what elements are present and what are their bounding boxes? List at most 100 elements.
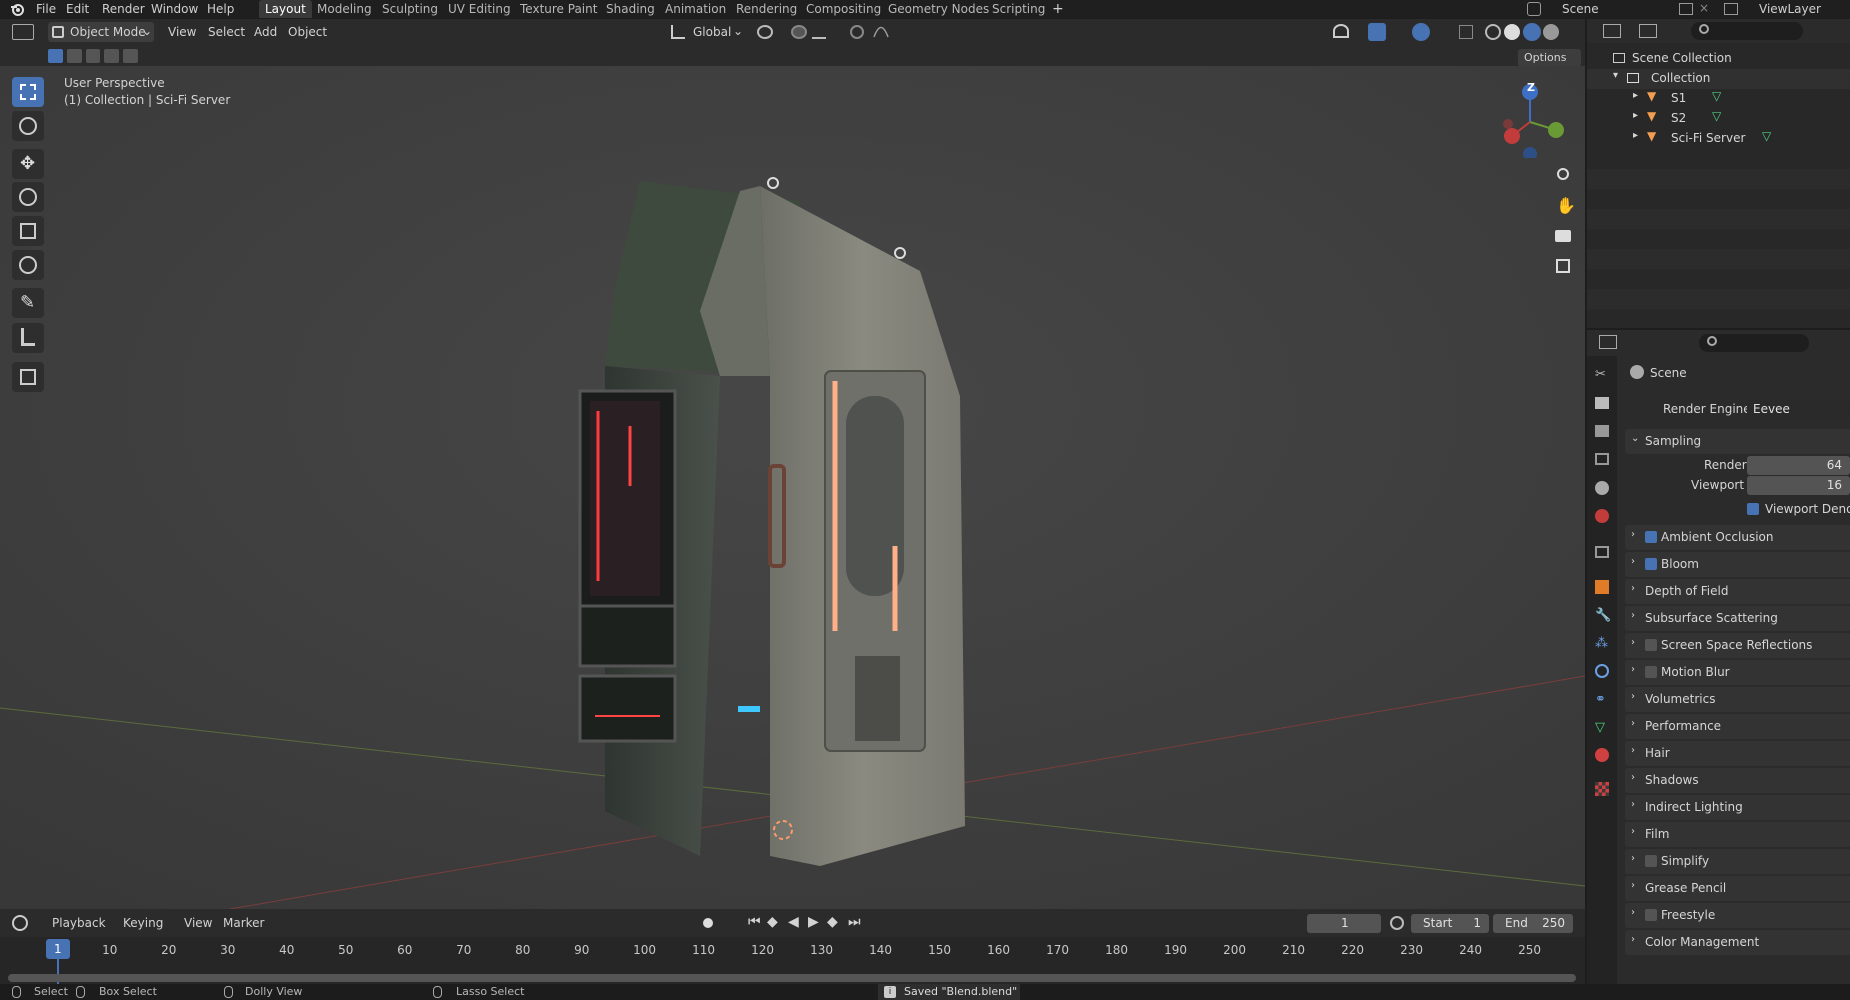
annotate-tool[interactable]: ✎ (12, 288, 44, 318)
menu-file[interactable]: File (36, 0, 56, 18)
panel-depth-of-field[interactable]: › Depth of Field (1625, 579, 1850, 604)
panel-subsurface-scattering[interactable]: › Subsurface Scattering (1625, 606, 1850, 631)
panel-performance[interactable]: › Performance (1625, 714, 1850, 739)
panel-ambient-occlusion[interactable]: › Ambient Occlusion (1625, 525, 1850, 550)
3d-viewport[interactable]: User Perspective (1) Collection | Sci-Fi… (0, 66, 1585, 909)
menu-keying[interactable]: Keying (123, 916, 163, 930)
rotate-tool[interactable] (12, 182, 44, 212)
mesh-data-icon[interactable]: ▽ (1712, 109, 1721, 123)
tab-scripting[interactable]: Scripting (992, 0, 1045, 18)
measure-tool[interactable] (12, 323, 44, 353)
viewport-denoise-checkbox[interactable] (1747, 503, 1759, 515)
pan-view-button[interactable]: ✋ (1550, 193, 1576, 219)
prev-keyframe-icon[interactable]: ◆ (767, 914, 778, 930)
jump-end-icon[interactable]: ⏭ (848, 914, 861, 930)
current-frame-field[interactable]: 1 (1307, 914, 1381, 933)
xray-icon[interactable] (1459, 25, 1473, 39)
snap-target-icon[interactable] (812, 25, 826, 39)
outliner-row-scene-collection[interactable]: Scene Collection (1587, 49, 1850, 69)
menu-help[interactable]: Help (207, 0, 234, 18)
outliner-editor-icon[interactable] (1603, 24, 1621, 38)
mode-dropdown[interactable]: Object Mode ⌄ (48, 22, 154, 42)
frame-ruler[interactable]: 10 20 30 40 50 60 70 80 90 100 110 120 130 140 150 160 1… (0, 937, 1585, 961)
tab-compositing[interactable]: Compositing (806, 0, 881, 18)
expand-arrow-icon[interactable]: ▸ (1633, 90, 1638, 101)
tab-animation[interactable]: Animation (665, 0, 726, 18)
add-cube-tool[interactable] (12, 362, 44, 392)
end-frame-field[interactable]: End 250 (1493, 914, 1573, 933)
panel-motion-blur[interactable]: › Motion Blur (1625, 660, 1850, 685)
scale-tool[interactable] (12, 216, 44, 246)
panel-grease-pencil[interactable]: › Grease Pencil (1625, 876, 1850, 901)
tab-layout[interactable]: Layout (259, 0, 312, 18)
menu-marker[interactable]: Marker (223, 916, 264, 930)
options-dropdown[interactable]: Options (1518, 49, 1581, 67)
panel-enable-checkbox[interactable] (1645, 639, 1657, 651)
panel-enable-checkbox[interactable] (1645, 558, 1657, 570)
add-workspace-icon[interactable]: + (1052, 0, 1064, 18)
world-tab-icon[interactable] (1595, 509, 1609, 523)
preview-range-icon[interactable] (1390, 916, 1404, 930)
gizmo-toggle-icon[interactable] (1368, 23, 1386, 41)
panel-color-management[interactable]: › Color Management (1625, 930, 1850, 955)
scene-selector-icon[interactable] (1527, 2, 1541, 16)
panel-enable-checkbox[interactable] (1645, 855, 1657, 867)
menu-render[interactable]: Render (102, 0, 145, 18)
mesh-data-icon[interactable]: ▽ (1762, 129, 1771, 143)
menu-add[interactable]: Add (254, 25, 277, 39)
render-tab-icon[interactable] (1595, 397, 1609, 409)
move-tool[interactable]: ✥ (12, 149, 44, 179)
menu-object[interactable]: Object (288, 25, 327, 39)
camera-view-button[interactable] (1550, 223, 1576, 249)
play-icon[interactable]: ▶ (808, 914, 819, 930)
transform-tool[interactable] (12, 250, 44, 280)
tab-shading[interactable]: Shading (606, 0, 655, 18)
material-shading-icon[interactable] (1523, 23, 1541, 41)
menu-timeline-view[interactable]: View (184, 916, 212, 930)
start-frame-field[interactable]: Start 1 (1411, 914, 1489, 933)
properties-editor-icon[interactable] (1599, 335, 1617, 349)
timeline-editor-icon[interactable] (12, 915, 28, 931)
outliner-row-collection[interactable]: ▾ Collection (1587, 69, 1850, 89)
output-tab-icon[interactable] (1595, 425, 1609, 437)
constraints-tab-icon[interactable]: ⚭ (1595, 692, 1606, 707)
outliner-row-s2[interactable]: ▸ ▼ S2 ▽ (1587, 109, 1850, 129)
menu-window[interactable]: Window (151, 0, 198, 18)
subtract-selection-icon[interactable] (85, 49, 101, 63)
transform-orientation-dropdown[interactable]: Global (693, 25, 731, 39)
intersect-selection-icon[interactable] (123, 49, 138, 63)
overlay-toggle-icon[interactable] (1412, 23, 1430, 41)
material-tab-icon[interactable] (1595, 748, 1609, 762)
view-layer-icon[interactable] (1724, 3, 1738, 15)
panel-screen-space-reflections[interactable]: › Screen Space Reflections (1625, 633, 1850, 658)
expand-arrow-icon[interactable]: ▸ (1633, 130, 1638, 141)
panel-volumetrics[interactable]: › Volumetrics (1625, 687, 1850, 712)
tab-modeling[interactable]: Modeling (317, 0, 372, 18)
particles-tab-icon[interactable]: ⁂ (1595, 636, 1608, 651)
menu-playback[interactable]: Playback (52, 916, 106, 930)
display-mode-icon[interactable] (1639, 24, 1657, 38)
cursor-tool[interactable] (12, 111, 44, 141)
data-tab-icon[interactable]: ▽ (1595, 720, 1605, 735)
scene-name[interactable]: Scene (1562, 0, 1599, 18)
panel-indirect-lighting[interactable]: › Indirect Lighting (1625, 795, 1850, 820)
timeline-scrollbar[interactable] (8, 974, 1576, 982)
render-engine-dropdown[interactable]: Eevee (1747, 400, 1850, 419)
tool-tab-icon[interactable]: ✂ (1595, 367, 1606, 382)
invert-selection-icon[interactable] (104, 49, 120, 63)
solid-shading-icon[interactable] (1504, 24, 1520, 40)
new-scene-icon[interactable] (1679, 3, 1693, 15)
zoom-view-button[interactable] (1550, 163, 1576, 189)
menu-select[interactable]: Select (208, 25, 245, 39)
blender-logo-icon[interactable] (10, 2, 24, 16)
extend-selection-icon[interactable] (66, 49, 82, 63)
outliner-row-sci-fi-server[interactable]: ▸ ▼ Sci-Fi Server ▽ (1587, 129, 1850, 149)
panel-freestyle[interactable]: › Freestyle (1625, 903, 1850, 928)
panel-shadows[interactable]: › Shadows (1625, 768, 1850, 793)
collection-tab-icon[interactable] (1595, 546, 1609, 558)
tab-sculpting[interactable]: Sculpting (382, 0, 438, 18)
expand-arrow-icon[interactable]: ▸ (1633, 110, 1638, 121)
select-box-tool[interactable] (12, 77, 44, 107)
visibility-icon[interactable] (1333, 24, 1349, 38)
remove-scene-icon[interactable]: × (1699, 1, 1709, 15)
